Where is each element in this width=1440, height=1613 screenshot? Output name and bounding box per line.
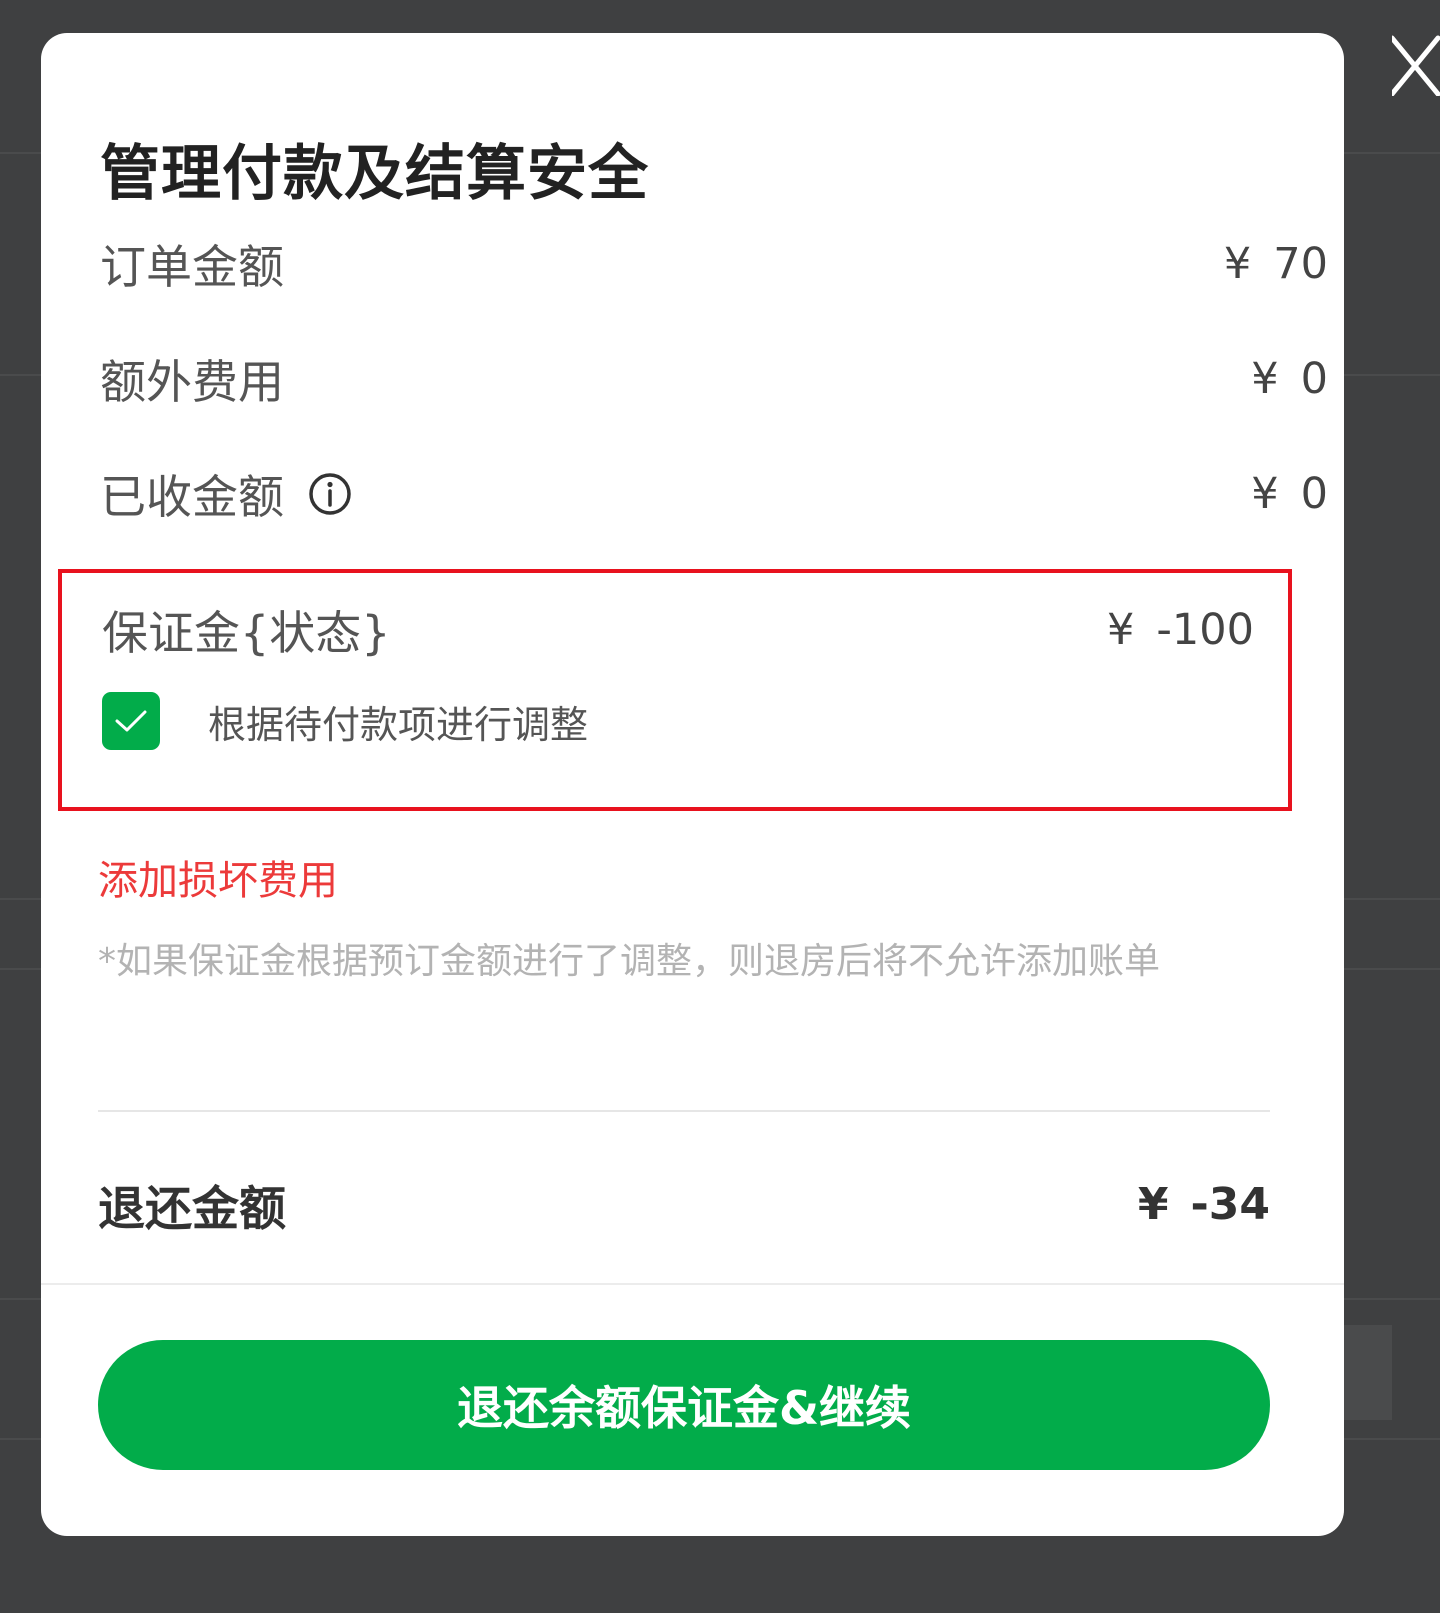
extra-fees-number: 0 xyxy=(1300,354,1328,404)
received-amount-value: ¥0 xyxy=(1251,469,1328,519)
deposit-value: ¥ -100 xyxy=(1107,605,1254,655)
extra-fees-label: 额外费用 xyxy=(100,355,284,409)
close-button[interactable] xyxy=(1386,30,1440,100)
checkmark-icon xyxy=(115,710,147,732)
refund-amount-number: -34 xyxy=(1190,1178,1271,1230)
info-icon[interactable] xyxy=(308,472,352,516)
adjust-deposit-checkbox[interactable] xyxy=(102,692,160,750)
refund-amount-value: ¥ -34 xyxy=(1138,1179,1270,1230)
background-panel xyxy=(1344,1325,1392,1420)
deposit-adjustment-note: *如果保证金根据预订金额进行了调整，则退房后将不允许添加账单 xyxy=(98,941,1161,982)
add-damage-fee-link[interactable]: 添加损坏费用 xyxy=(98,848,338,906)
deposit-highlight-box: 保证金{状态} ¥ -100 根据待付款项进行调整 xyxy=(58,569,1292,811)
received-amount-label: 已收金额 xyxy=(100,470,284,524)
currency-symbol: ¥ xyxy=(1251,469,1279,519)
received-amount-label-group: 已收金额 xyxy=(100,461,352,527)
deposit-label: 保证金{状态} xyxy=(102,606,391,660)
summary-divider xyxy=(98,1110,1270,1112)
received-amount-row: 已收金额 ¥0 xyxy=(100,459,1328,529)
dialog-title: 管理付款及结算安全 xyxy=(100,139,649,209)
deposit-row: 保证金{状态} ¥ -100 xyxy=(102,595,1254,665)
footer-divider xyxy=(41,1283,1344,1285)
close-icon xyxy=(1392,35,1440,96)
adjust-deposit-label[interactable]: 根据待付款项进行调整 xyxy=(208,694,588,749)
received-amount-number: 0 xyxy=(1300,469,1328,519)
extra-fees-row: 额外费用 ¥0 xyxy=(100,344,1328,414)
order-amount-label: 订单金额 xyxy=(100,240,284,294)
currency-symbol: ¥ xyxy=(1251,354,1279,404)
deposit-number: -100 xyxy=(1156,605,1254,655)
order-amount-number: 70 xyxy=(1273,239,1328,289)
refund-amount-label: 退还金额 xyxy=(98,1181,286,1237)
refund-amount-row: 退还金额 ¥ -34 xyxy=(98,1169,1270,1239)
payment-settlement-dialog: 管理付款及结算安全 订单金额 ¥70 额外费用 ¥0 已收金额 ¥0 保证金{状… xyxy=(41,33,1344,1536)
currency-symbol: ¥ xyxy=(1137,1178,1169,1230)
currency-symbol: ¥ xyxy=(1107,605,1135,655)
adjust-deposit-option[interactable]: 根据待付款项进行调整 xyxy=(102,691,588,751)
currency-symbol: ¥ xyxy=(1223,239,1252,289)
order-amount-value: ¥70 xyxy=(1224,239,1328,289)
refund-deposit-continue-button[interactable]: 退还余额保证金&继续 xyxy=(98,1340,1270,1470)
extra-fees-value: ¥0 xyxy=(1251,354,1328,404)
order-amount-row: 订单金额 ¥70 xyxy=(100,229,1328,299)
